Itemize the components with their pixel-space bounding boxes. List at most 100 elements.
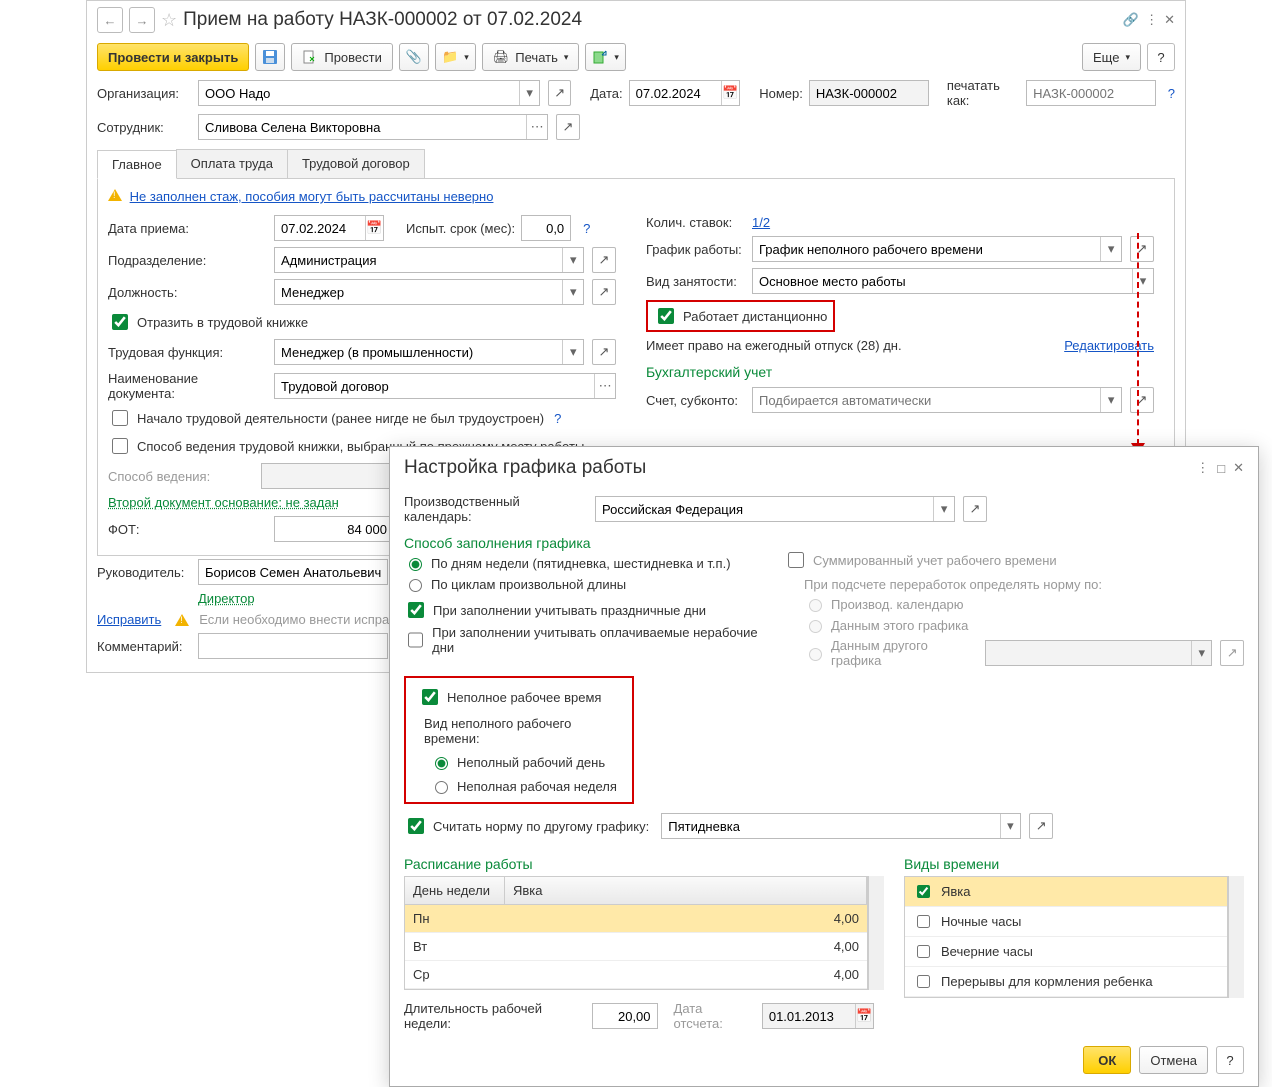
chevron-down-icon[interactable]: ▾ xyxy=(519,81,540,105)
open-unit-button[interactable]: ↗ xyxy=(592,247,616,273)
open-emp-button[interactable]: ↗ xyxy=(556,114,580,140)
overlay-help-button[interactable]: ? xyxy=(1216,1046,1244,1074)
calendar-icon[interactable]: 📅 xyxy=(365,216,383,240)
table-row[interactable]: Ср4,00 xyxy=(405,961,867,989)
table-row[interactable]: Вт4,00 xyxy=(405,933,867,961)
norm-field[interactable]: ▾ xyxy=(661,813,1021,839)
open-sched-button[interactable]: ↗ xyxy=(1130,236,1154,262)
org-field[interactable]: ▾ xyxy=(198,80,540,106)
attach-button[interactable]: 📎 xyxy=(399,43,429,71)
probation-field[interactable] xyxy=(521,215,571,241)
cancel-button[interactable]: Отмена xyxy=(1139,1046,1208,1074)
cal-field[interactable]: ▾ xyxy=(595,496,955,522)
chevron-down-icon[interactable]: ▾ xyxy=(562,340,583,364)
rate-link[interactable]: 1/2 xyxy=(752,215,770,230)
list-item[interactable]: Вечерние часы xyxy=(905,937,1227,967)
remote-checkbox[interactable]: Работает дистанционно xyxy=(654,305,827,327)
comment-field[interactable] xyxy=(198,633,388,659)
chevron-down-icon[interactable]: ▾ xyxy=(562,280,583,304)
calendar-icon[interactable]: 📅 xyxy=(721,81,739,105)
by-days-radio[interactable]: По дням недели (пятидневка, шестидневка … xyxy=(404,555,731,571)
holidays-checkbox[interactable]: При заполнении учитывать праздничные дни xyxy=(404,599,706,621)
nav-fwd-button[interactable]: → xyxy=(129,7,155,33)
summary-checkbox[interactable]: Суммированный учет рабочего времени xyxy=(784,549,1057,571)
post-field[interactable]: ▾ xyxy=(274,279,584,305)
list-item[interactable]: Перерывы для кормления ребенка xyxy=(905,967,1227,997)
ok-button[interactable]: ОК xyxy=(1083,1046,1131,1074)
list-item[interactable]: Явка xyxy=(905,877,1227,907)
weeklen-field[interactable] xyxy=(592,1003,657,1029)
edit-vacation-link[interactable]: Редактировать xyxy=(1064,338,1154,353)
scrollbar[interactable] xyxy=(1228,876,1244,998)
export-button[interactable]: ▾ xyxy=(585,43,626,71)
func-field[interactable]: ▾ xyxy=(274,339,584,365)
start-help-icon[interactable]: ? xyxy=(554,411,561,426)
tab-contract[interactable]: Трудовой договор xyxy=(287,149,425,178)
sched-field[interactable]: ▾ xyxy=(752,236,1122,262)
reflect-checkbox[interactable]: Отразить в трудовой книжке xyxy=(108,311,308,333)
head-field[interactable] xyxy=(198,559,388,585)
docname-field[interactable]: ⋯ xyxy=(274,373,616,399)
folder-button[interactable]: 📁 ▾ xyxy=(435,43,476,71)
parttime-checkbox[interactable]: Неполное рабочее время xyxy=(418,686,620,708)
tab-pay[interactable]: Оплата труда xyxy=(176,149,288,178)
nav-back-button[interactable]: ← xyxy=(97,7,123,33)
open-acc-button[interactable]: ↗ xyxy=(1130,387,1154,413)
menu-icon[interactable]: ⋮ xyxy=(1145,12,1158,28)
fix-link[interactable]: Исправить xyxy=(97,612,161,627)
open-norm-button[interactable]: ↗ xyxy=(1029,813,1053,839)
start-activity-checkbox[interactable]: Начало трудовой деятельности (ранее нигд… xyxy=(108,407,544,429)
table-row[interactable]: Пн4,00 xyxy=(405,905,867,933)
part-week-radio[interactable]: Неполная рабочая неделя xyxy=(418,778,620,794)
paid-nonwork-checkbox[interactable]: При заполнении учитывать оплачиваемые не… xyxy=(404,625,764,655)
rate-label: Колич. ставок: xyxy=(646,215,746,230)
help-button[interactable]: ? xyxy=(1147,43,1175,71)
acc-field[interactable]: ▾ xyxy=(752,387,1122,413)
probation-help-icon[interactable]: ? xyxy=(583,221,590,236)
unit-field[interactable]: ▾ xyxy=(274,247,584,273)
second-doc-link[interactable]: Второй документ основание: не задан xyxy=(108,495,339,510)
emp-field[interactable]: ⋯ xyxy=(198,114,548,140)
col-att: Явка xyxy=(505,877,867,904)
save-button[interactable] xyxy=(255,43,285,71)
warning-link[interactable]: Не заполнен стаж, пособия могут быть рас… xyxy=(130,189,494,204)
overlay-menu-icon[interactable]: ⋮ xyxy=(1196,460,1209,476)
part-day-radio[interactable]: Неполный рабочий день xyxy=(418,754,620,770)
print-button[interactable]: 🖨 Печать ▾ xyxy=(482,43,580,71)
open-cal-button[interactable]: ↗ xyxy=(963,496,987,522)
types-list[interactable]: Явка Ночные часы Вечерние часы Перерывы … xyxy=(904,876,1228,998)
overlay-max-icon[interactable]: □ xyxy=(1217,461,1225,476)
chevron-down-icon[interactable]: ▾ xyxy=(1132,269,1153,293)
chevron-down-icon[interactable]: ▾ xyxy=(933,497,954,521)
head-post-link[interactable]: Директор xyxy=(198,591,255,606)
open-post-button[interactable]: ↗ xyxy=(592,279,616,305)
chevron-down-icon[interactable]: ▾ xyxy=(1100,237,1121,261)
link-icon[interactable]: 🔗 xyxy=(1123,12,1139,28)
tab-main[interactable]: Главное xyxy=(97,150,177,179)
emptype-field[interactable]: ▾ xyxy=(752,268,1154,294)
close-icon[interactable]: ✕ xyxy=(1164,12,1175,28)
date-field[interactable]: 📅 xyxy=(629,80,740,106)
schedule-table[interactable]: День неделиЯвка Пн4,00 Вт4,00 Ср4,00 xyxy=(404,876,868,990)
post-close-button[interactable]: Провести и закрыть xyxy=(97,43,249,71)
list-item[interactable]: Ночные часы xyxy=(905,907,1227,937)
norm-other-checkbox[interactable]: Считать норму по другому графику: xyxy=(404,815,649,837)
picker-icon[interactable]: ⋯ xyxy=(594,374,615,398)
by-cycles-radio[interactable]: По циклам произвольной длины xyxy=(404,576,626,592)
open-func-button[interactable]: ↗ xyxy=(592,339,616,365)
open-org-button[interactable]: ↗ xyxy=(548,80,570,106)
scrollbar[interactable] xyxy=(868,876,884,990)
printas-help-icon[interactable]: ? xyxy=(1168,86,1175,101)
fot-field[interactable] xyxy=(274,516,394,542)
favorite-icon[interactable]: ☆ xyxy=(161,10,177,31)
printas-field[interactable] xyxy=(1026,80,1156,106)
chevron-down-icon[interactable]: ▾ xyxy=(1100,388,1121,412)
post-button[interactable]: Провести xyxy=(291,43,393,71)
more-button[interactable]: Еще ▾ xyxy=(1082,43,1141,71)
overlay-close-icon[interactable]: ✕ xyxy=(1233,460,1244,476)
hire-date-field[interactable]: 📅 xyxy=(274,215,384,241)
chevron-down-icon[interactable]: ▾ xyxy=(1000,814,1021,838)
chevron-down-icon[interactable]: ▾ xyxy=(562,248,583,272)
picker-icon[interactable]: ⋯ xyxy=(526,115,547,139)
acc-section-title: Бухгалтерский учет xyxy=(646,364,1164,380)
